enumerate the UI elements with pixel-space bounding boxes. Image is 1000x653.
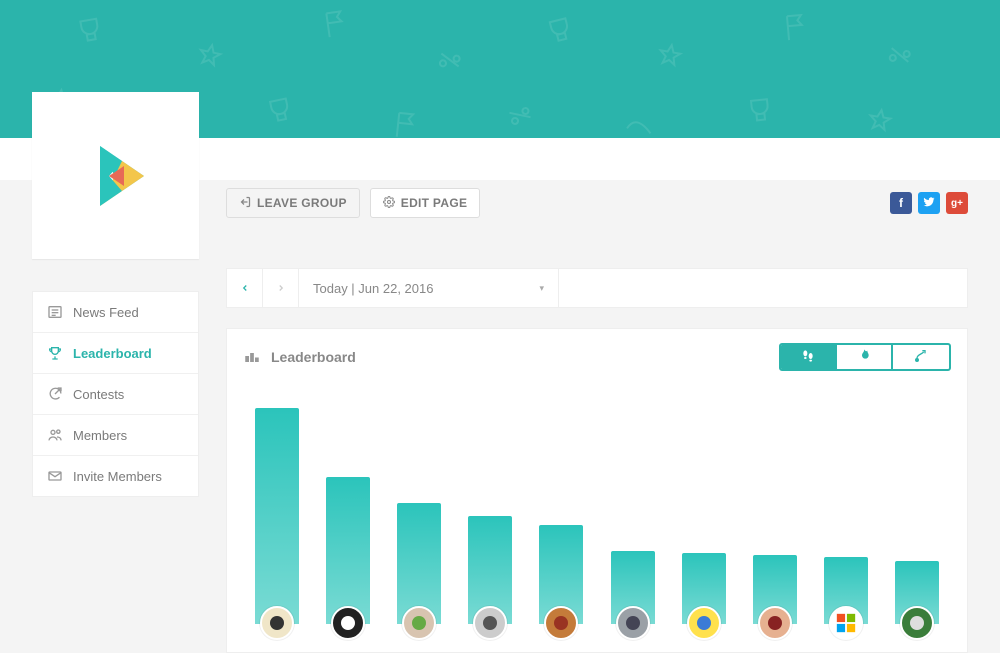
edit-page-label: EDIT PAGE (401, 196, 468, 210)
sidebar-item-label: Members (73, 428, 127, 443)
share-google-button[interactable]: g+ (946, 192, 968, 214)
avatar[interactable] (829, 606, 863, 640)
inkin-logo-icon (66, 126, 166, 226)
bar-row (243, 379, 951, 640)
avatar[interactable] (758, 606, 792, 640)
edit-page-button[interactable]: EDIT PAGE (370, 188, 481, 218)
distance-icon (913, 348, 929, 367)
content-area: Today | Jun 22, 2016 ▾ Leaderboard (226, 268, 968, 653)
sidebar-item-label: Leaderboard (73, 346, 152, 361)
avatar[interactable] (900, 606, 934, 640)
avatar[interactable] (616, 606, 650, 640)
share-facebook-button[interactable]: f (890, 192, 912, 214)
steps-icon (800, 348, 816, 367)
flame-icon (856, 348, 872, 367)
leave-group-button[interactable]: LEAVE GROUP (226, 188, 360, 218)
prev-day-button[interactable] (227, 269, 263, 307)
bar-col[interactable] (609, 551, 656, 640)
bar-col[interactable] (395, 503, 442, 640)
date-bar: Today | Jun 22, 2016 ▾ (226, 268, 968, 308)
bar-col[interactable] (751, 555, 798, 640)
contests-icon (47, 386, 63, 402)
date-bar-spacer (559, 269, 967, 307)
leave-group-label: LEAVE GROUP (257, 196, 347, 210)
bar-col[interactable] (680, 553, 727, 640)
sidebar-item-leaderboard[interactable]: Leaderboard (33, 333, 198, 374)
avatar[interactable] (473, 606, 507, 640)
toggle-calories[interactable] (837, 345, 893, 369)
sidebar-item-label: News Feed (73, 305, 139, 320)
bar-col[interactable] (538, 525, 585, 640)
sidebar-item-label: Invite Members (73, 469, 162, 484)
sidebar: News Feed Leaderboard Contests Members I… (32, 291, 199, 497)
facebook-icon: f (899, 196, 903, 210)
leaderboard-card: Leaderboard (226, 328, 968, 653)
share-twitter-button[interactable] (918, 192, 940, 214)
gear-icon (383, 196, 395, 211)
sidebar-item-invite-members[interactable]: Invite Members (33, 456, 198, 496)
group-logo-card (32, 92, 199, 259)
leaderboard-title: Leaderboard (271, 349, 356, 365)
bar-col[interactable] (253, 408, 300, 640)
toggle-distance[interactable] (893, 345, 949, 369)
avatar[interactable] (687, 606, 721, 640)
chevron-left-icon (240, 283, 250, 293)
bar-col[interactable] (467, 516, 514, 640)
podium-icon (243, 347, 261, 368)
sidebar-item-contests[interactable]: Contests (33, 374, 198, 415)
news-feed-icon (47, 304, 63, 320)
action-toolbar: LEAVE GROUP EDIT PAGE f g+ (226, 186, 968, 220)
chart-area (243, 379, 951, 640)
sidebar-item-members[interactable]: Members (33, 415, 198, 456)
bar-col[interactable] (894, 561, 941, 640)
social-share: f g+ (890, 192, 968, 214)
leaderboard-header: Leaderboard (227, 329, 967, 385)
sidebar-item-label: Contests (73, 387, 124, 402)
members-icon (47, 427, 63, 443)
bar-col[interactable] (823, 557, 870, 640)
bar (326, 477, 370, 624)
trophy-icon (47, 345, 63, 361)
chevron-right-icon (276, 283, 286, 293)
avatar[interactable] (402, 606, 436, 640)
date-select[interactable]: Today | Jun 22, 2016 ▾ (299, 269, 559, 307)
caret-down-icon: ▾ (539, 283, 544, 294)
toggle-steps[interactable] (781, 345, 837, 369)
avatar[interactable] (331, 606, 365, 640)
envelope-icon (47, 468, 63, 484)
avatar[interactable] (260, 606, 294, 640)
sidebar-item-news-feed[interactable]: News Feed (33, 292, 198, 333)
avatar[interactable] (544, 606, 578, 640)
bar (255, 408, 299, 624)
google-plus-icon: g+ (951, 198, 963, 209)
group-title: inKin Friends (226, 138, 386, 167)
bar-col[interactable] (324, 477, 371, 640)
twitter-icon (923, 196, 935, 211)
date-label: Today | Jun 22, 2016 (313, 281, 433, 296)
next-day-button[interactable] (263, 269, 299, 307)
leave-icon (239, 196, 251, 211)
metric-toggle (779, 343, 951, 371)
